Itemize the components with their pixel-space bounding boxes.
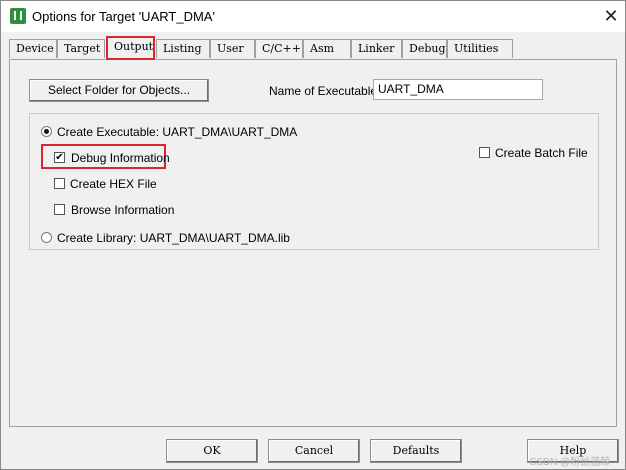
tab-asm[interactable]: Asm bbox=[303, 39, 351, 58]
create-library-radio[interactable] bbox=[41, 232, 52, 243]
tab-linker[interactable]: Linker bbox=[351, 39, 402, 58]
csdn-watermark: CSDN @粉丝蓝鲸 bbox=[529, 457, 611, 468]
create-batch-file-label: Create Batch File bbox=[495, 146, 588, 160]
name-of-executable-input[interactable]: UART_DMA bbox=[373, 79, 543, 100]
name-of-executable-label: Name of Executable: bbox=[269, 84, 381, 98]
keil-app-icon bbox=[10, 8, 26, 24]
create-executable-radio[interactable] bbox=[41, 126, 52, 137]
tab-c-cpp[interactable]: C/C++ bbox=[255, 39, 303, 58]
browse-information-label: Browse Information bbox=[71, 203, 175, 217]
ok-button[interactable]: OK bbox=[166, 439, 258, 463]
create-library-label: Create Library: UART_DMA\UART_DMA.lib bbox=[57, 231, 290, 245]
browse-information-checkbox[interactable] bbox=[54, 204, 65, 215]
cancel-button[interactable]: Cancel bbox=[268, 439, 360, 463]
defaults-button[interactable]: Defaults bbox=[370, 439, 462, 463]
create-executable-label: Create Executable: UART_DMA\UART_DMA bbox=[57, 125, 298, 139]
close-icon[interactable]: ✕ bbox=[601, 6, 621, 26]
options-dialog: Options for Target 'UART_DMA' ✕ Device T… bbox=[0, 0, 626, 470]
title-bar: Options for Target 'UART_DMA' ✕ bbox=[1, 1, 625, 32]
debug-information-checkbox[interactable]: ✔ bbox=[54, 152, 65, 163]
tab-target[interactable]: Target bbox=[57, 39, 105, 58]
tab-user[interactable]: User bbox=[210, 39, 255, 58]
select-folder-button[interactable]: Select Folder for Objects... bbox=[29, 79, 209, 102]
create-hex-file-label: Create HEX File bbox=[70, 177, 157, 191]
window-title: Options for Target 'UART_DMA' bbox=[32, 9, 215, 24]
tab-debug[interactable]: Debug bbox=[402, 39, 447, 58]
tab-listing[interactable]: Listing bbox=[156, 39, 210, 58]
create-hex-file-checkbox[interactable] bbox=[54, 178, 65, 189]
tab-output[interactable]: Output bbox=[106, 36, 155, 60]
debug-information-label: Debug Information bbox=[71, 151, 170, 165]
create-batch-file-checkbox[interactable] bbox=[479, 147, 490, 158]
tab-utilities[interactable]: Utilities bbox=[447, 39, 513, 58]
tab-device[interactable]: Device bbox=[9, 39, 57, 58]
